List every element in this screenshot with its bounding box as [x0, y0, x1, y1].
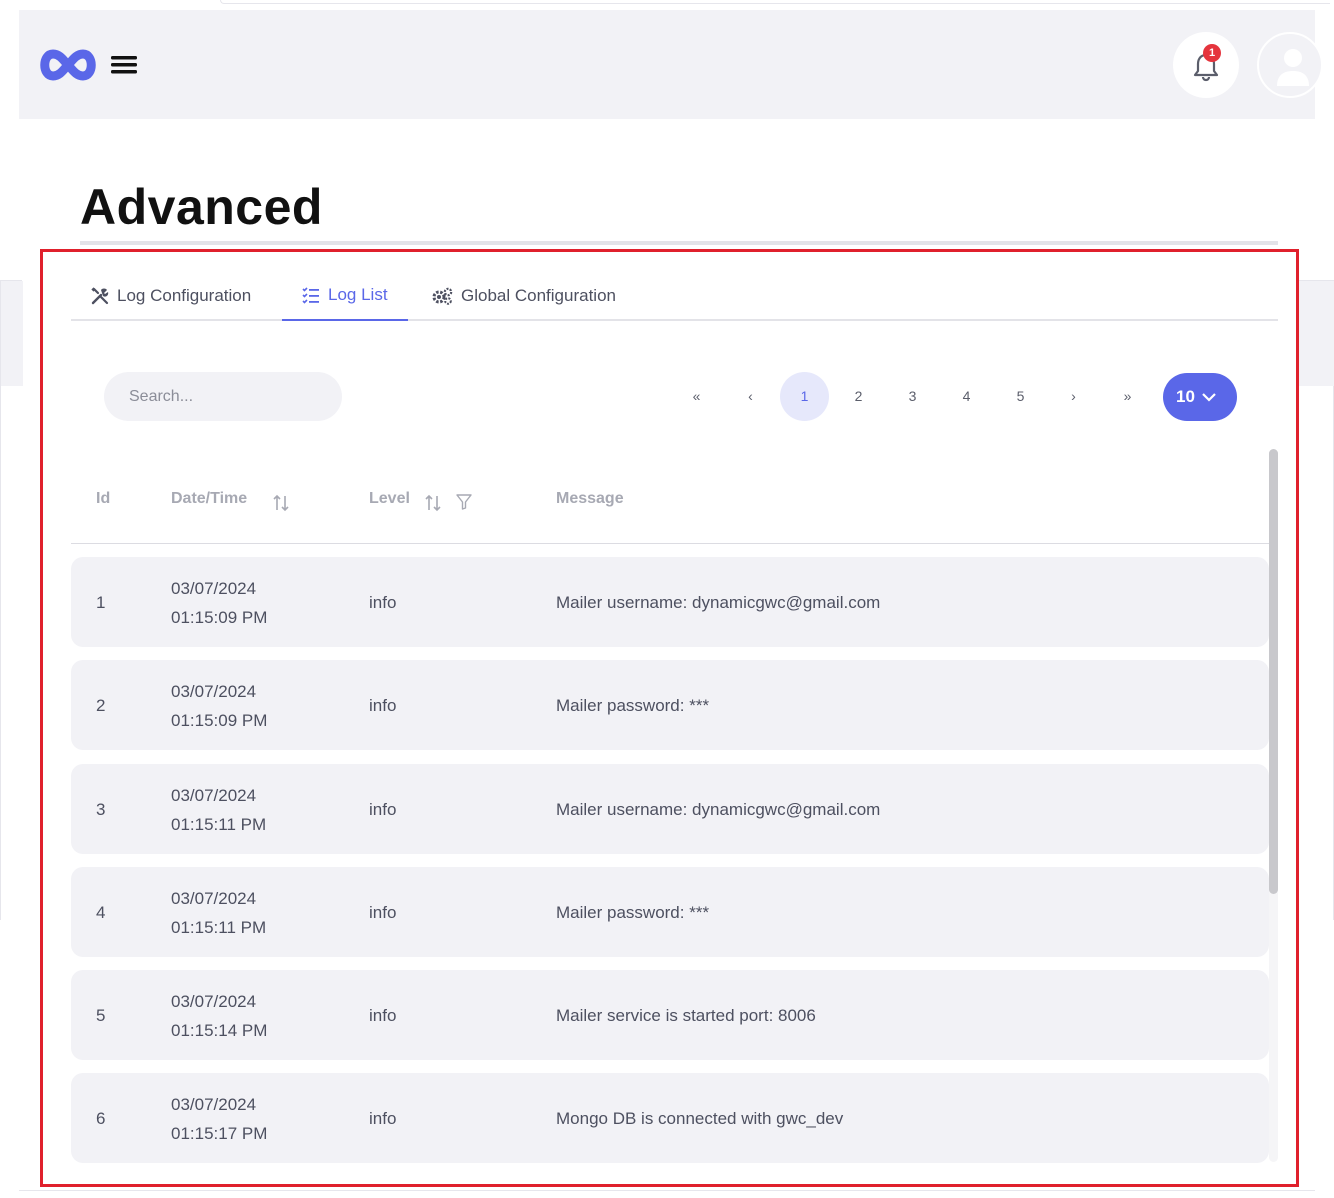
header-divider [71, 543, 1269, 544]
column-header-level[interactable]: Level [369, 490, 410, 508]
cell-message: Mongo DB is connected with gwc_dev [556, 1109, 844, 1128]
tab-label: Log List [328, 284, 388, 304]
table-row[interactable]: 4 03/07/2024 01:15:11 PM info Mailer pas… [71, 867, 1269, 957]
cell-datetime: 03/07/2024 01:15:14 PM [171, 987, 267, 1045]
column-header-message: Message [556, 490, 624, 507]
tab-log-configuration[interactable]: Log Configuration [91, 270, 251, 321]
filter-icon[interactable] [456, 494, 472, 510]
cell-message: Mailer service is started port: 8006 [556, 1006, 816, 1025]
table-row[interactable]: 6 03/07/2024 01:15:17 PM info Mongo DB i… [71, 1073, 1269, 1163]
column-header-datetime[interactable]: Date/Time [171, 490, 247, 508]
cell-message: Mailer username: dynamicgwc@gmail.com [556, 800, 881, 819]
background-panel-left [0, 280, 23, 920]
page-bottom-edge [19, 1190, 1315, 1198]
column-header-id: Id [96, 490, 111, 507]
cell-level: info [369, 593, 397, 612]
tools-icon [91, 286, 109, 304]
page-2-button[interactable]: 2 [834, 372, 883, 421]
notification-count-badge: 1 [1203, 44, 1221, 62]
user-icon [1277, 49, 1309, 86]
sort-icon[interactable] [424, 494, 442, 512]
cell-time: 01:15:09 PM [171, 608, 268, 627]
user-avatar[interactable] [1257, 32, 1323, 98]
table-row[interactable]: 1 03/07/2024 01:15:09 PM info Mailer use… [71, 557, 1269, 647]
tab-global-configuration[interactable]: Global Configuration [432, 270, 616, 321]
cell-datetime: 03/07/2024 01:15:17 PM [171, 1090, 267, 1148]
infinity-logo-icon[interactable] [38, 48, 98, 82]
browser-top-edge [220, 0, 1330, 4]
menu-hamburger-icon[interactable] [111, 54, 137, 76]
search-input[interactable] [104, 372, 342, 421]
cell-message: Mailer password: *** [556, 903, 710, 922]
cell-time: 01:15:11 PM [171, 815, 267, 834]
chevron-down-icon [1202, 393, 1216, 402]
per-page-value: 10 [1176, 387, 1195, 406]
cell-id: 2 [96, 696, 106, 715]
cell-level: info [369, 800, 397, 819]
cell-id: 6 [96, 1109, 106, 1128]
cell-date: 03/07/2024 [171, 786, 257, 805]
notifications-button[interactable]: 1 [1173, 32, 1239, 98]
next-page-button[interactable]: › [1049, 372, 1098, 421]
rows-per-page-select[interactable]: 10 [1163, 373, 1237, 421]
page-5-button[interactable]: 5 [996, 372, 1045, 421]
gears-icon [432, 287, 453, 305]
sort-icon[interactable] [272, 494, 290, 512]
prev-page-button[interactable]: ‹ [726, 372, 775, 421]
cell-date: 03/07/2024 [171, 1095, 257, 1114]
cell-time: 01:15:14 PM [171, 1021, 268, 1040]
first-page-button[interactable]: « [672, 372, 721, 421]
page-3-button[interactable]: 3 [888, 372, 937, 421]
cell-date: 03/07/2024 [171, 889, 257, 908]
table-scrollbar-thumb[interactable] [1269, 449, 1278, 894]
tab-label: Log Configuration [117, 285, 252, 305]
tab-log-list[interactable]: Log List [282, 270, 408, 321]
cell-level: info [369, 1006, 397, 1025]
cell-time: 01:15:11 PM [171, 918, 267, 937]
cell-datetime: 03/07/2024 01:15:09 PM [171, 677, 267, 735]
cell-id: 1 [96, 593, 106, 612]
cell-id: 5 [96, 1006, 106, 1025]
cell-date: 03/07/2024 [171, 682, 257, 701]
cell-id: 3 [96, 800, 106, 819]
tab-bar: Log Configuration Log List Global Config… [71, 270, 1278, 321]
cell-datetime: 03/07/2024 01:15:11 PM [171, 884, 266, 942]
list-check-icon [302, 286, 319, 304]
top-header: 1 [19, 10, 1323, 119]
tab-label: Global Configuration [461, 285, 616, 305]
title-divider [80, 241, 1278, 245]
cell-time: 01:15:17 PM [171, 1124, 268, 1143]
background-panel-right [1298, 280, 1334, 920]
cell-datetime: 03/07/2024 01:15:11 PM [171, 781, 266, 839]
cell-level: info [369, 696, 397, 715]
cell-time: 01:15:09 PM [171, 711, 268, 730]
cell-datetime: 03/07/2024 01:15:09 PM [171, 574, 267, 632]
cell-message: Mailer password: *** [556, 696, 710, 715]
cell-message: Mailer username: dynamicgwc@gmail.com [556, 593, 881, 612]
table-row[interactable]: 3 03/07/2024 01:15:11 PM info Mailer use… [71, 764, 1269, 854]
page-title: Advanced [80, 179, 323, 235]
table-row[interactable]: 5 03/07/2024 01:15:14 PM info Mailer ser… [71, 970, 1269, 1060]
page-4-button[interactable]: 4 [942, 372, 991, 421]
cell-level: info [369, 903, 397, 922]
cell-id: 4 [96, 903, 106, 922]
table-row[interactable]: 2 03/07/2024 01:15:09 PM info Mailer pas… [71, 660, 1269, 750]
page-1-button[interactable]: 1 [780, 372, 829, 421]
cell-level: info [369, 1109, 397, 1128]
cell-date: 03/07/2024 [171, 579, 257, 598]
cell-date: 03/07/2024 [171, 992, 257, 1011]
last-page-button[interactable]: » [1103, 372, 1152, 421]
